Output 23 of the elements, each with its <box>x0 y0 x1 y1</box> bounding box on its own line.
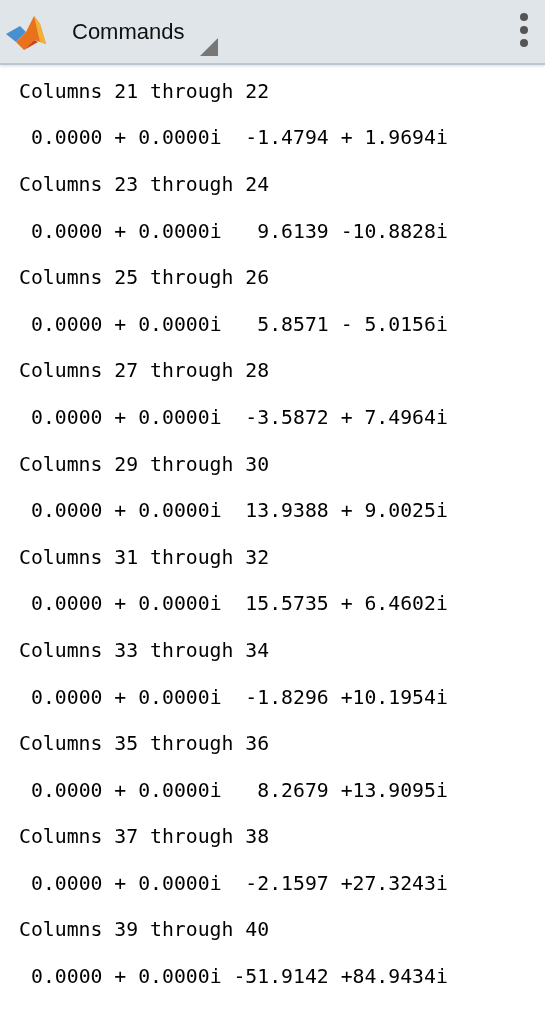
complex-values: 0.0000 + 0.0000i 5.8571 - 5.0156i <box>31 312 448 336</box>
complex-values: 0.0000 + 0.0000i -1.8296 +10.1954i <box>31 685 448 709</box>
columns-heading: Columns 29 through 30 <box>19 452 270 476</box>
columns-heading: Columns 39 through 40 <box>19 918 270 942</box>
dropdown-corner-icon[interactable] <box>200 38 218 56</box>
columns-heading: Columns 37 through 38 <box>19 825 270 849</box>
complex-values: 0.0000 + 0.0000i 8.2679 +13.9095i <box>31 778 448 802</box>
columns-heading: Columns 25 through 26 <box>19 266 270 290</box>
columns-heading: Columns 27 through 28 <box>19 359 270 383</box>
columns-heading: Columns 23 through 24 <box>19 173 270 196</box>
more-icon[interactable] <box>519 12 529 48</box>
columns-heading: Columns 31 through 32 <box>19 545 270 569</box>
window-title: Commands <box>72 18 185 45</box>
complex-values: 0.0000 + 0.0000i -51.9142 +84.9434i <box>31 965 448 989</box>
complex-values: 0.0000 + 0.0000i 15.5735 + 6.4602i <box>31 592 448 616</box>
complex-values: 0.0000 + 0.0000i 13.9388 + 9.0025i <box>31 499 448 523</box>
columns-heading: Columns 21 through 22 <box>19 79 270 103</box>
complex-values: 0.0000 + 0.0000i -3.5872 + 7.4964i <box>31 405 448 429</box>
complex-values: 0.0000 + 0.0000i -1.4794 + 1.9694i <box>31 126 448 150</box>
columns-heading: Columns 33 through 34 <box>19 638 270 662</box>
columns-heading: Columns 35 through 36 <box>19 732 270 756</box>
complex-values: 0.0000 + 0.0000i -2.1597 +27.3243i <box>31 871 448 895</box>
complex-values: 0.0000 + 0.0000i 9.6139 -10.8828i <box>31 219 448 243</box>
